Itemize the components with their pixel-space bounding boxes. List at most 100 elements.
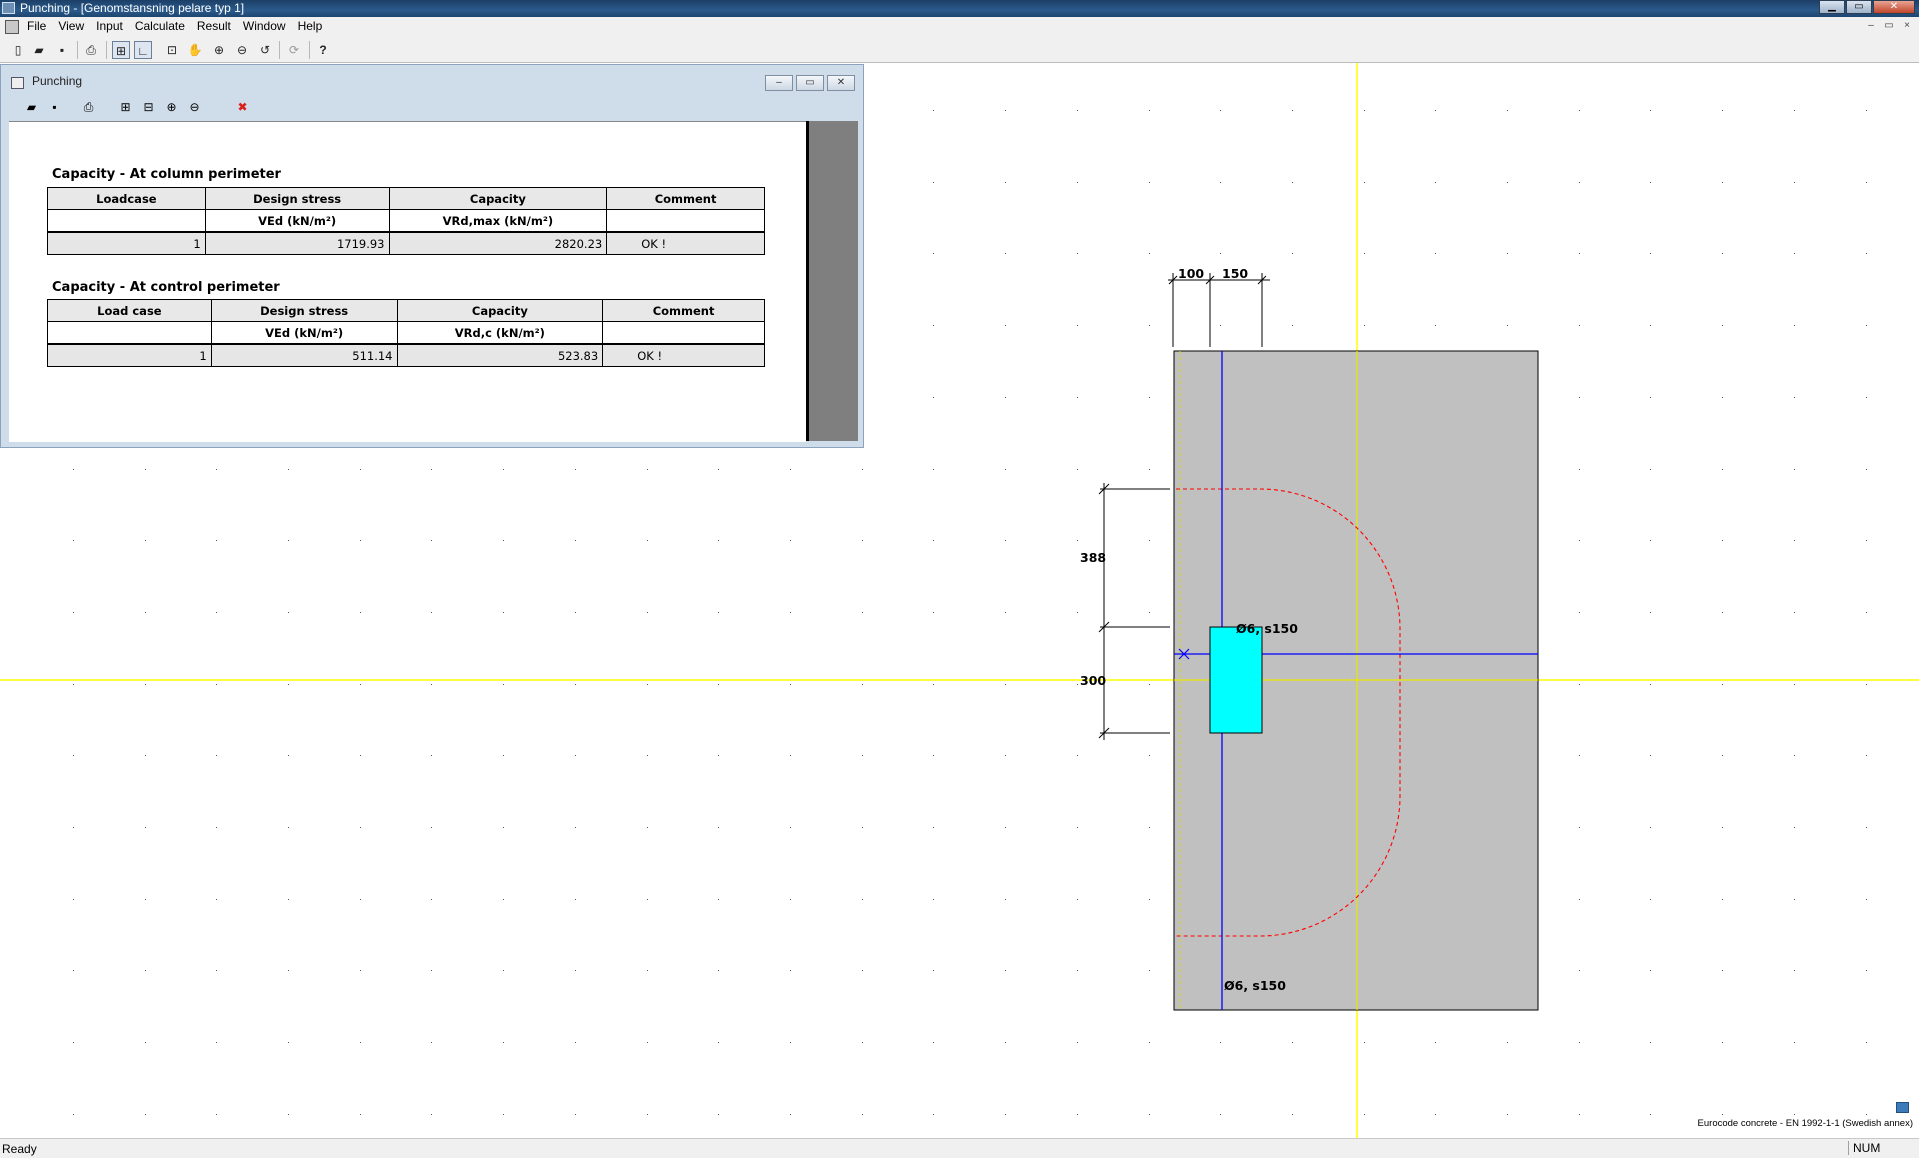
grid-dot — [1435, 182, 1436, 183]
grid-dot — [1650, 397, 1651, 398]
child-minimize-button[interactable]: – — [765, 75, 793, 91]
maximize-button[interactable]: ▭ — [1846, 0, 1872, 14]
grid-dot — [1650, 970, 1651, 971]
close-report-icon[interactable]: ✖ — [234, 99, 251, 115]
section-title-column: Capacity - At column perimeter — [52, 167, 281, 182]
grid-dot — [1579, 540, 1580, 541]
menu-result[interactable]: Result — [197, 19, 231, 33]
child-maximize-button[interactable]: ▭ — [796, 75, 824, 91]
open-icon[interactable]: ▰ — [23, 99, 40, 115]
grid-dot — [1435, 1042, 1436, 1043]
open-icon[interactable]: ▰ — [30, 41, 48, 59]
grid-icon[interactable]: ⊞ — [112, 41, 130, 59]
child-close-button[interactable]: ✕ — [827, 75, 855, 91]
menu-file[interactable]: File — [27, 19, 46, 33]
overview-icon[interactable] — [1896, 1102, 1909, 1113]
table-control-perimeter: Load case Design stress Capacity Comment… — [47, 299, 765, 367]
grid-dot — [790, 684, 791, 685]
grid-dot — [790, 899, 791, 900]
cell-comment: OK ! — [606, 231, 765, 255]
col-header-comment: Comment — [602, 299, 765, 322]
close-button[interactable]: ✕ — [1873, 0, 1915, 14]
grid-dot — [647, 755, 648, 756]
grid-dot — [862, 684, 863, 685]
grid-dot — [1149, 1114, 1150, 1115]
redraw-icon[interactable]: ⟳ — [285, 41, 303, 59]
menu-view[interactable]: View — [58, 19, 84, 33]
report-view[interactable]: Capacity - At column perimeter Loadcase … — [9, 121, 806, 442]
grid-dot — [1722, 755, 1723, 756]
menu-window[interactable]: Window — [243, 19, 286, 33]
grid-dot — [1149, 253, 1150, 254]
grid-dot — [503, 755, 504, 756]
menu-calculate[interactable]: Calculate — [135, 19, 185, 33]
menu-input[interactable]: Input — [96, 19, 123, 33]
unit-ved: VEd (kN/m²) — [210, 321, 398, 345]
grid-dot — [1650, 1114, 1651, 1115]
grid-dot — [216, 1042, 217, 1043]
zoom-out-icon[interactable]: ⊖ — [186, 99, 203, 115]
zoom-extents-icon[interactable]: ⊡ — [163, 41, 181, 59]
grid-dot — [1579, 899, 1580, 900]
report-scroll-area[interactable] — [806, 121, 858, 441]
unit-cell — [606, 209, 765, 233]
mdi-restore-button[interactable]: ▭ — [1881, 20, 1897, 34]
grid-dot — [1005, 827, 1006, 828]
ortho-icon[interactable]: ∟ — [134, 41, 152, 59]
grid-dot — [1866, 612, 1867, 613]
undo-zoom-icon[interactable]: ↺ — [256, 41, 274, 59]
grid-dot — [1149, 397, 1150, 398]
grid-dot — [503, 970, 504, 971]
grid-dot — [1005, 325, 1006, 326]
grid-dot — [73, 970, 74, 971]
grid-dot — [1794, 1042, 1795, 1043]
mdi-system-icon[interactable] — [5, 20, 19, 34]
grid-dot — [431, 970, 432, 971]
grid-dot — [575, 540, 576, 541]
unit-vrd-max: VRd,max (kN/m²) — [388, 209, 608, 233]
mdi-minimize-button[interactable]: – — [1863, 20, 1879, 34]
dim-top-100: 100 — [1178, 266, 1204, 281]
zoom-in-icon[interactable]: ⊕ — [163, 99, 180, 115]
grid-dot — [1077, 540, 1078, 541]
save-icon[interactable]: ▪ — [53, 41, 71, 59]
grid-dot — [216, 540, 217, 541]
print-icon[interactable]: ⎙ — [82, 41, 100, 59]
grid-dot — [1650, 253, 1651, 254]
toolbar-separator — [279, 41, 280, 59]
grid-dot — [73, 684, 74, 685]
zoom-in-icon[interactable]: ⊕ — [210, 41, 228, 59]
fit-page-icon[interactable]: ⊞ — [117, 99, 134, 115]
grid-dot — [790, 755, 791, 756]
grid-dot — [503, 684, 504, 685]
zoom-out-icon[interactable]: ⊖ — [233, 41, 251, 59]
grid-dot — [216, 612, 217, 613]
grid-dot — [1579, 253, 1580, 254]
grid-dot — [431, 469, 432, 470]
grid-dot — [1149, 899, 1150, 900]
grid-dot — [1005, 110, 1006, 111]
grid-dot — [1866, 899, 1867, 900]
grid-dot — [503, 612, 504, 613]
grid-dot — [1005, 253, 1006, 254]
grid-dot — [1650, 469, 1651, 470]
grid-dot — [647, 970, 648, 971]
grid-dot — [862, 970, 863, 971]
mdi-close-button[interactable]: × — [1899, 20, 1915, 34]
fit-width-icon[interactable]: ⊟ — [140, 99, 157, 115]
menu-help[interactable]: Help — [298, 19, 323, 33]
cell-loadcase: 1 — [47, 231, 206, 255]
app-icon[interactable] — [2, 2, 15, 14]
print-icon[interactable]: ⎙ — [80, 99, 97, 115]
grid-dot — [1794, 182, 1795, 183]
pan-icon[interactable]: ✋ — [186, 41, 204, 59]
save-icon[interactable]: ▪ — [46, 99, 63, 115]
help-icon[interactable]: ? — [314, 41, 332, 59]
child-window-title: Punching — [32, 74, 83, 88]
col-header-loadcase: Load case — [47, 299, 212, 322]
grid-dot — [1292, 1042, 1293, 1043]
minimize-button[interactable]: ▁ — [1819, 0, 1845, 14]
new-icon[interactable]: ▯ — [9, 41, 27, 59]
grid-dot — [790, 1114, 791, 1115]
grid-dot — [1866, 1114, 1867, 1115]
